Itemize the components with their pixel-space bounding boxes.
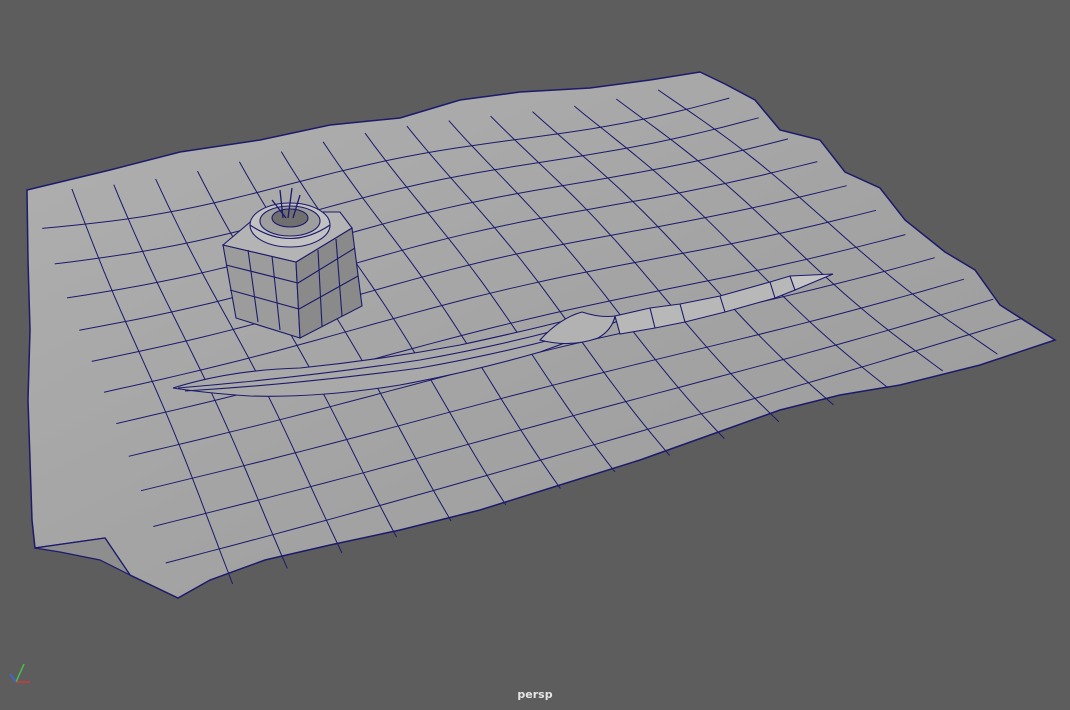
camera-name-label: persp: [517, 688, 553, 701]
ink-bottle-opening: [271, 208, 309, 228]
z-axis-line: [9, 673, 17, 683]
y-axis-line: [15, 663, 25, 683]
scene-render[interactable]: [0, 0, 1070, 710]
axis-gizmo-icon: [9, 663, 30, 683]
perspective-viewport[interactable]: persp: [0, 0, 1070, 710]
